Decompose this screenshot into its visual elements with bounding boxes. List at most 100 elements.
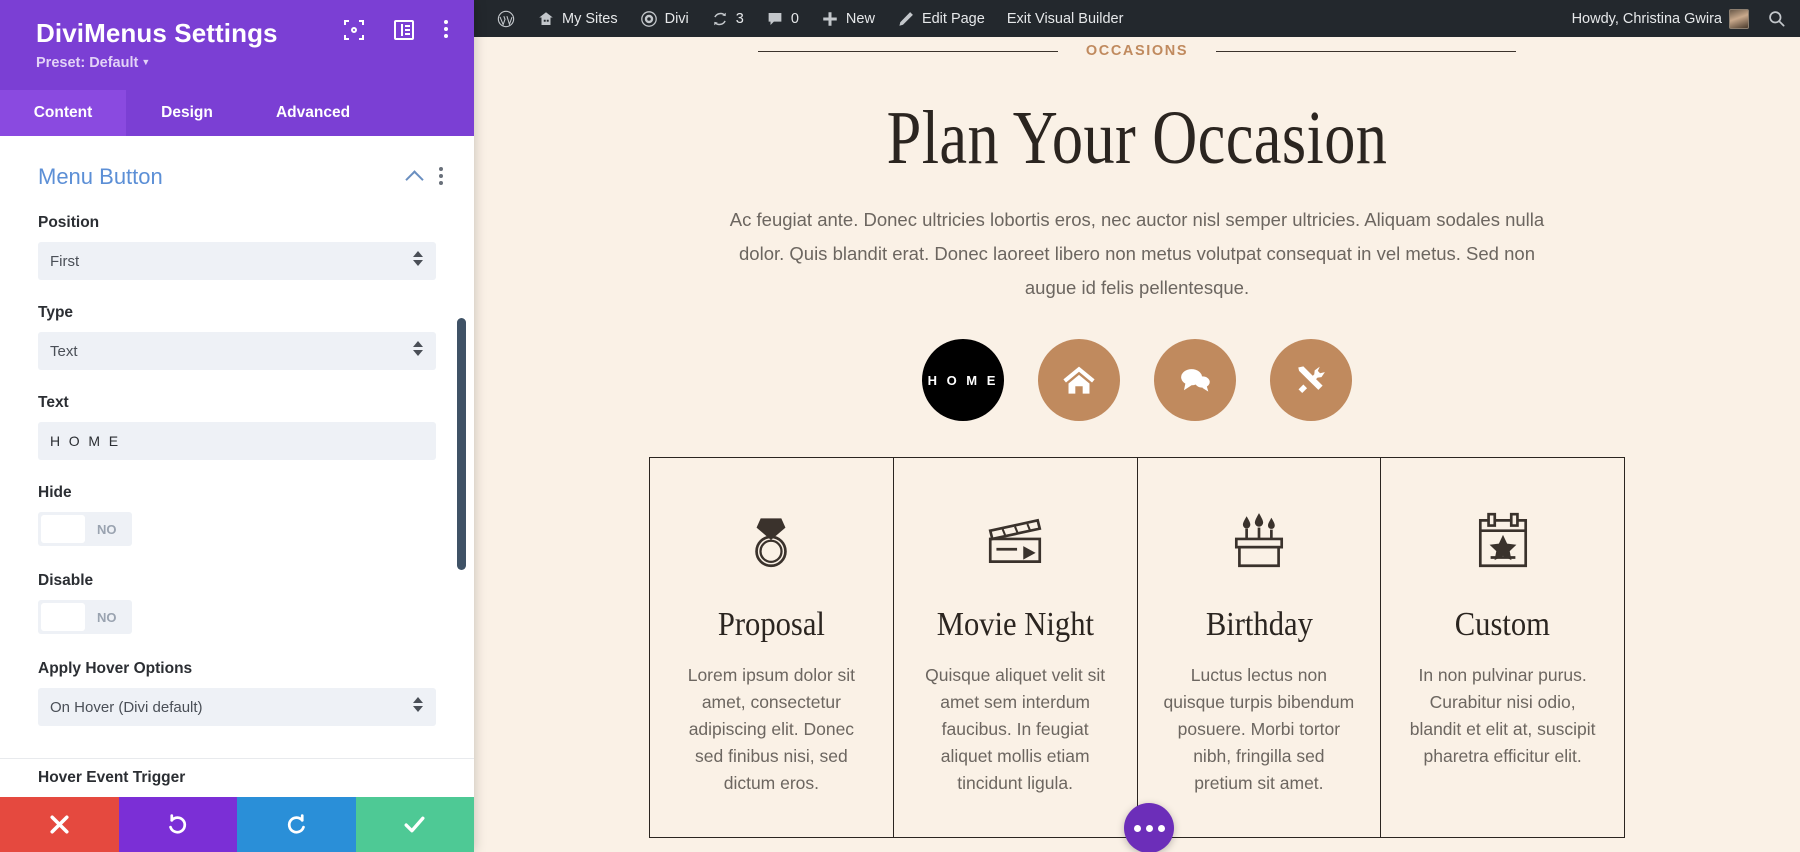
eyebrow-label: OCCASIONS xyxy=(1085,43,1189,59)
adminbar-exit-visual-builder[interactable]: Exit Visual Builder xyxy=(996,0,1135,37)
select-arrows-icon xyxy=(413,697,423,717)
redo-button[interactable] xyxy=(237,797,356,852)
adminbar-updates[interactable]: 3 xyxy=(700,0,755,37)
adminbar-howdy-label: Howdy, Christina Gwira xyxy=(1571,10,1722,27)
disable-toggle-value: NO xyxy=(97,609,117,625)
field-label-partial-next: Hover Event Trigger xyxy=(38,769,186,786)
settings-scrollbar[interactable] xyxy=(457,318,466,570)
settings-header-icons xyxy=(344,20,450,40)
ellipsis-icon-dot xyxy=(1133,824,1141,832)
card-text: Quisque aliquet velit sit amet sem inter… xyxy=(925,665,1106,793)
card-title: Birthday xyxy=(1205,606,1313,643)
settings-tabs: Content Design Advanced xyxy=(0,90,474,136)
menu-button-home[interactable]: H O M E xyxy=(922,339,1004,421)
divimenus-settings-panel: DiviMenus Settings Preset: Default ▼ Cont… xyxy=(0,0,474,852)
home-icon xyxy=(1063,366,1095,394)
hide-toggle-knob xyxy=(41,515,85,543)
occasion-cards: Proposal Lorem ipsum dolor sit amet, con… xyxy=(649,457,1625,838)
hover-select-value: On Hover (Divi default) xyxy=(50,698,203,716)
card-icon-wrap xyxy=(920,502,1111,580)
disable-toggle-knob xyxy=(41,603,85,631)
section-title: Menu Button xyxy=(38,164,163,189)
adminbar-divi-label: Divi xyxy=(664,10,689,27)
focus-target-icon[interactable] xyxy=(344,20,364,40)
text-input[interactable] xyxy=(38,422,436,460)
settings-body: Menu Button Position First Type Text Tex… xyxy=(0,136,474,797)
card-birthday: Birthday Luctus lectus non quisque turpi… xyxy=(1138,458,1382,837)
adminbar-comments-count: 0 xyxy=(790,10,799,27)
menu-button-tools[interactable] xyxy=(1270,339,1352,421)
birthday-cake-icon xyxy=(1234,513,1283,568)
section-kebab-menu-icon[interactable] xyxy=(439,167,444,187)
section-menu-button-header: Menu Button xyxy=(0,136,474,190)
card-proposal: Proposal Lorem ipsum dolor sit amet, con… xyxy=(650,458,894,837)
card-icon-wrap xyxy=(676,502,867,580)
adminbar-exit-label: Exit Visual Builder xyxy=(1006,10,1124,27)
tab-design[interactable]: Design xyxy=(126,90,248,136)
chevron-down-icon: ▼ xyxy=(141,57,151,67)
calendar-star-icon xyxy=(1478,512,1527,568)
field-hide: Hide NO xyxy=(0,484,474,548)
field-label-disable: Disable xyxy=(38,572,94,589)
menu-button-home-label: H O M E xyxy=(927,372,999,388)
eyebrow-row: OCCASIONS xyxy=(474,43,1800,59)
hover-select[interactable]: On Hover (Divi default) xyxy=(38,688,436,726)
page-title: Plan Your Occasion xyxy=(886,96,1388,180)
chevron-up-icon[interactable] xyxy=(405,169,424,189)
hide-toggle-value: NO xyxy=(97,521,117,537)
divi-floating-action-button[interactable] xyxy=(1124,803,1174,852)
preset-label: Preset: Default xyxy=(36,55,139,71)
hide-toggle[interactable]: NO xyxy=(38,512,132,546)
adminbar-wordpress-logo[interactable] xyxy=(486,0,526,37)
menu-button-house[interactable] xyxy=(1038,339,1120,421)
field-label-hover: Apply Hover Options xyxy=(38,660,193,677)
redo-icon xyxy=(287,814,305,834)
page-content: OCCASIONS Plan Your Occasion Ac feugiat … xyxy=(474,43,1800,852)
adminbar-divi[interactable]: Divi xyxy=(629,0,700,37)
save-button[interactable] xyxy=(355,797,474,852)
check-icon xyxy=(404,816,425,833)
cancel-button[interactable] xyxy=(0,797,119,852)
preset-selector[interactable]: Preset: Default ▼ xyxy=(36,54,452,73)
type-select[interactable]: Text xyxy=(38,332,436,370)
position-select[interactable]: First xyxy=(38,242,436,280)
tab-advanced[interactable]: Advanced xyxy=(248,90,378,136)
adminbar-my-sites-label: My Sites xyxy=(562,10,618,27)
divimenus-button-row: H O M E xyxy=(474,339,1800,421)
adminbar-edit-page[interactable]: Edit Page xyxy=(886,0,996,37)
adminbar-my-sites[interactable]: My Sites xyxy=(526,0,629,37)
kebab-menu-icon[interactable] xyxy=(444,20,450,40)
site-house-icon xyxy=(539,11,553,25)
avatar xyxy=(1729,8,1749,29)
divi-gauge-icon xyxy=(640,10,657,27)
undo-icon xyxy=(169,814,187,834)
updates-refresh-icon xyxy=(713,12,726,25)
card-text: In non pulvinar purus. Curabitur nisi od… xyxy=(1409,665,1596,766)
tools-icon xyxy=(1298,366,1325,394)
field-label-position: Position xyxy=(38,214,100,231)
field-position: Position First xyxy=(0,214,474,280)
adminbar-updates-count: 3 xyxy=(735,10,744,27)
tab-content[interactable]: Content xyxy=(0,90,126,136)
close-icon xyxy=(50,815,69,834)
field-text: Text xyxy=(0,394,474,460)
card-movie-night: Movie Night Quisque aliquet velit sit am… xyxy=(894,458,1138,837)
pencil-icon xyxy=(899,11,913,26)
page-subtext: Ac feugiat ante. Donec ultricies loborti… xyxy=(729,209,1545,298)
disable-toggle[interactable]: NO xyxy=(38,600,132,634)
search-icon[interactable] xyxy=(1767,9,1786,28)
select-arrows-icon xyxy=(413,251,423,271)
field-label-text: Text xyxy=(38,394,69,411)
field-apply-hover-options: Apply Hover Options On Hover (Divi defau… xyxy=(0,660,474,726)
select-arrows-icon xyxy=(413,341,423,361)
adminbar-comments[interactable]: 0 xyxy=(755,0,810,37)
chat-bubbles-icon xyxy=(1181,369,1210,392)
undo-button[interactable] xyxy=(118,797,237,852)
menu-button-chat[interactable] xyxy=(1154,339,1236,421)
adminbar-new[interactable]: New xyxy=(810,0,886,37)
layout-panel-icon[interactable] xyxy=(394,20,414,40)
adminbar-account[interactable]: Howdy, Christina Gwira xyxy=(1561,0,1753,37)
adminbar-edit-page-label: Edit Page xyxy=(921,10,985,27)
comment-bubble-icon xyxy=(768,12,782,25)
adminbar-right: Howdy, Christina Gwira xyxy=(1561,0,1800,37)
